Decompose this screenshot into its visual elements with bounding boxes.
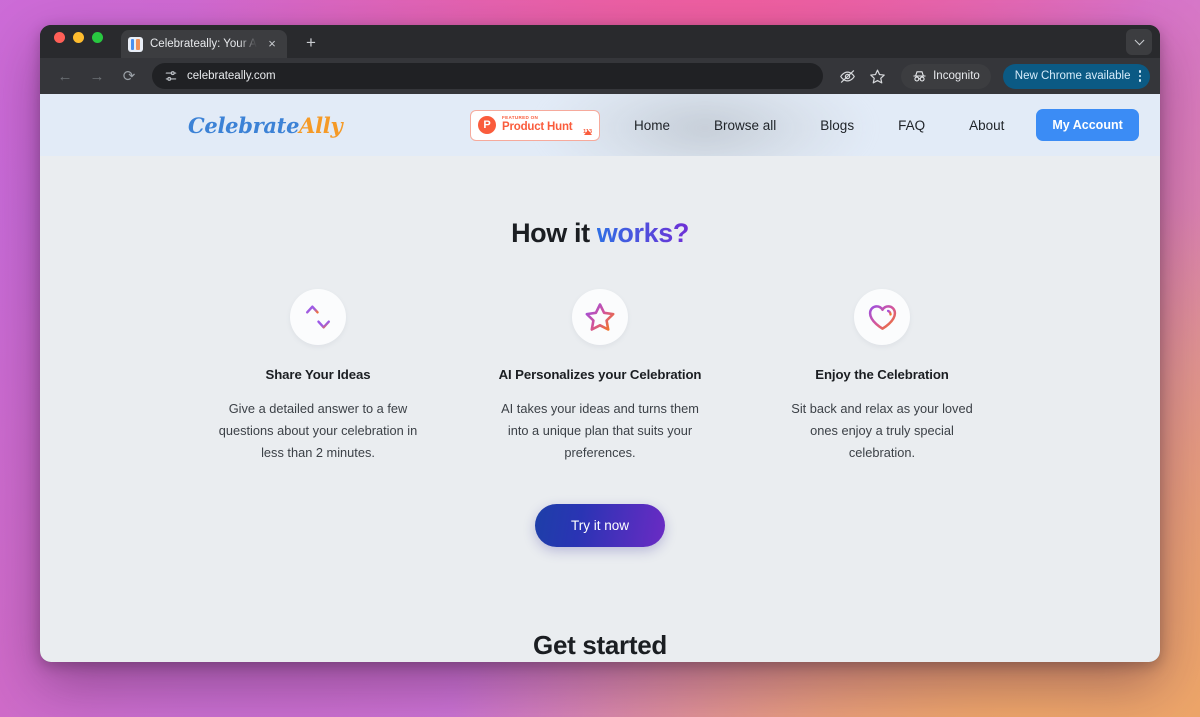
card-title: AI Personalizes your Celebration xyxy=(498,367,702,382)
site-logo[interactable]: CelebrateAlly xyxy=(188,112,343,138)
tab-strip: Celebrateally: Your AI Celebra × + xyxy=(40,25,1160,58)
card-description: Give a detailed answer to a few question… xyxy=(218,401,418,460)
nav-item-browse-all[interactable]: Browse all xyxy=(692,118,798,133)
maximize-window-button[interactable] xyxy=(92,32,103,43)
incognito-hat-icon xyxy=(913,70,926,81)
back-button[interactable]: ← xyxy=(52,63,78,89)
new-tab-button[interactable]: + xyxy=(301,33,321,53)
arrows-up-down-icon xyxy=(290,289,346,345)
star-outline-icon xyxy=(572,289,628,345)
nav-item-faq[interactable]: FAQ xyxy=(876,118,947,133)
heading-accent-text: works? xyxy=(596,218,690,248)
forward-button[interactable]: → xyxy=(84,63,110,89)
nav-item-home[interactable]: Home xyxy=(612,118,692,133)
site-favicon xyxy=(128,36,143,52)
close-window-button[interactable] xyxy=(54,32,65,43)
nav-item-blogs[interactable]: Blogs xyxy=(798,118,876,133)
desktop-wallpaper: Celebrateally: Your AI Celebra × + ← → ⟳ xyxy=(0,0,1200,717)
close-tab-button[interactable]: × xyxy=(264,36,280,52)
incognito-label: Incognito xyxy=(933,70,980,82)
eye-slash-icon[interactable] xyxy=(835,64,859,88)
card-description: AI takes your ideas and turns them into … xyxy=(501,401,699,460)
kebab-menu-icon[interactable] xyxy=(1138,70,1141,82)
incognito-indicator[interactable]: Incognito xyxy=(901,63,991,89)
product-hunt-badge[interactable]: P FEATURED ON Product Hunt 113 xyxy=(470,109,600,141)
page-content: How it works? Share Your Ideas Give a de… xyxy=(40,218,1160,661)
browser-window: Celebrateally: Your AI Celebra × + ← → ⟳ xyxy=(40,25,1160,662)
page-viewport: CelebrateAlly P FEATURED ON Product Hunt… xyxy=(40,94,1160,662)
product-hunt-name: Product Hunt xyxy=(502,121,573,134)
site-header: CelebrateAlly P FEATURED ON Product Hunt… xyxy=(40,94,1160,156)
card-title: Share Your Ideas xyxy=(265,367,371,382)
card-description: Sit back and relax as your loved ones en… xyxy=(791,401,973,460)
tab-title: Celebrateally: Your AI Celebra xyxy=(150,38,257,50)
product-hunt-logo-icon: P xyxy=(478,116,496,134)
how-it-works-card: Share Your Ideas Give a detailed answer … xyxy=(214,289,422,464)
how-it-works-card: Enjoy the Celebration Sit back and relax… xyxy=(778,289,986,464)
window-controls xyxy=(54,25,103,58)
heading-plain-text: How it xyxy=(511,218,597,248)
bookmark-star-icon[interactable] xyxy=(865,64,889,88)
browser-tab[interactable]: Celebrateally: Your AI Celebra × xyxy=(121,30,287,58)
logo-part-celebrate: Celebrate xyxy=(188,112,300,138)
card-title: Enjoy the Celebration xyxy=(815,367,949,382)
product-hunt-vote-count: 113 xyxy=(583,129,592,136)
chrome-update-label: New Chrome available xyxy=(1014,70,1131,82)
how-it-works-heading: How it works? xyxy=(40,218,1160,249)
try-it-now-button[interactable]: Try it now xyxy=(534,504,665,547)
heart-outline-icon xyxy=(854,289,910,345)
reload-button[interactable]: ⟳ xyxy=(116,63,142,89)
tune-icon[interactable] xyxy=(164,69,178,83)
chevron-down-icon xyxy=(1134,34,1144,45)
how-it-works-card: AI Personalizes your Celebration AI take… xyxy=(496,289,704,464)
tab-search-button[interactable] xyxy=(1126,29,1152,55)
logo-part-ally: Ally xyxy=(299,112,343,138)
nav-item-about[interactable]: About xyxy=(947,118,1026,133)
address-bar[interactable]: celebrateally.com xyxy=(152,63,824,89)
main-nav: Home Browse all Blogs FAQ About My Accou… xyxy=(612,109,1139,141)
cta-container: Try it now xyxy=(40,504,1160,547)
product-hunt-text: FEATURED ON Product Hunt xyxy=(502,116,577,133)
chrome-update-button[interactable]: New Chrome available xyxy=(1002,63,1150,89)
address-bar-url: celebrateally.com xyxy=(187,70,276,82)
product-hunt-votes: 113 xyxy=(583,113,592,136)
get-started-heading: Get started xyxy=(533,630,667,660)
how-it-works-cards: Share Your Ideas Give a detailed answer … xyxy=(40,289,1160,464)
browser-toolbar: ← → ⟳ celebrateally.com Incognito New Ch… xyxy=(40,58,1160,94)
my-account-button[interactable]: My Account xyxy=(1036,109,1139,141)
minimize-window-button[interactable] xyxy=(73,32,84,43)
